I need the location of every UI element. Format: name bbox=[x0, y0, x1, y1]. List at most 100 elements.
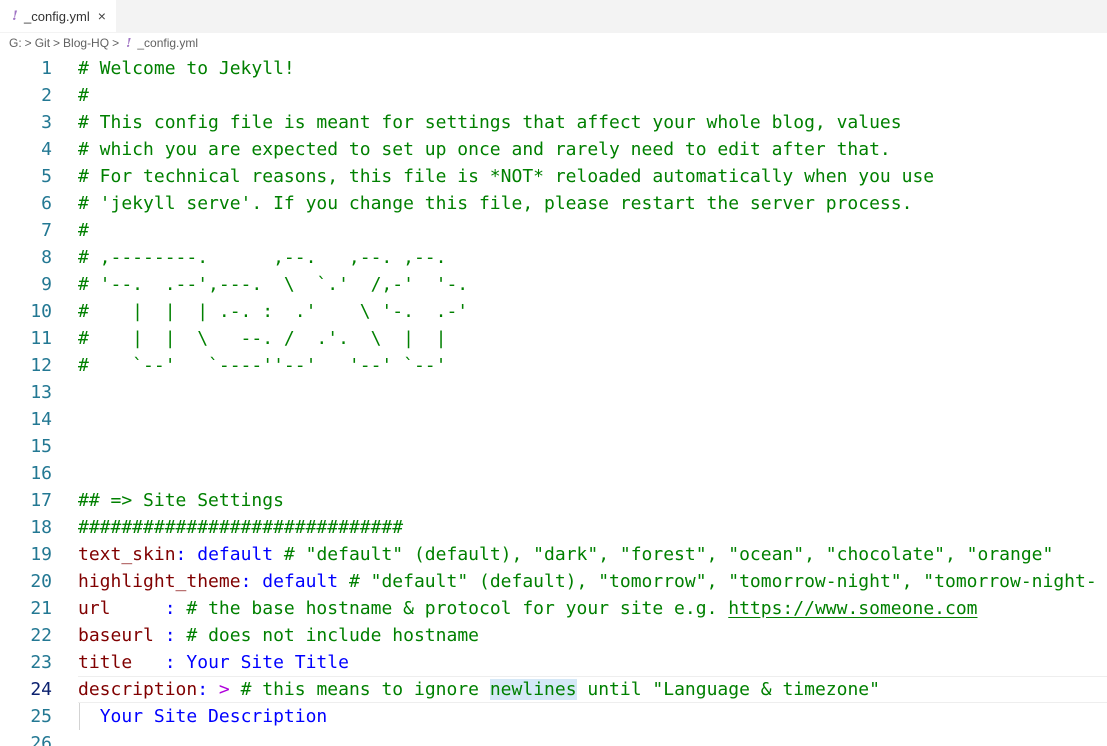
line-content[interactable]: description: > # this means to ignore ne… bbox=[78, 676, 1107, 703]
code-line[interactable]: 14 bbox=[0, 406, 1107, 433]
yaml-file-icon: ! bbox=[12, 8, 18, 24]
code-comment: # `--' `----''--' '--' `--' bbox=[78, 355, 447, 376]
code-line[interactable]: 3 # This config file is meant for setting… bbox=[0, 109, 1107, 136]
code-line[interactable]: 21 url : # the base hostname & protocol f… bbox=[0, 595, 1107, 622]
line-number: 9 bbox=[41, 274, 52, 295]
line-content[interactable]: url : # the base hostname & protocol for… bbox=[78, 595, 1107, 622]
folded-indicator: > bbox=[218, 679, 230, 700]
breadcrumb: G: > Git > Blog-HQ > ! _config.yml bbox=[9, 33, 198, 53]
code-line[interactable]: 4 # which you are expected to set up once… bbox=[0, 136, 1107, 163]
code-line[interactable]: 9 # '--. .--',---. \ `.' /,-' '-. bbox=[0, 271, 1107, 298]
breadcrumb-item-blog-hq[interactable]: Blog-HQ bbox=[63, 36, 109, 50]
code-line[interactable]: 20 highlight_theme: default # "default" (… bbox=[0, 568, 1107, 595]
line-content[interactable]: ############################## bbox=[78, 514, 1107, 541]
code-comment: # '--. .--',---. \ `.' /,-' '-. bbox=[78, 274, 469, 295]
line-content[interactable]: Your Site Description bbox=[78, 703, 1107, 730]
code-editor[interactable]: 1 # Welcome to Jekyll! 2 #3 # This config fi… bbox=[0, 54, 1107, 746]
tab-config-yml[interactable]: ! _config.yml × bbox=[0, 0, 117, 32]
line-number: 17 bbox=[30, 490, 52, 511]
code-line[interactable]: 7 # bbox=[0, 217, 1107, 244]
line-content[interactable]: # `--' `----''--' '--' `--' bbox=[78, 352, 1107, 379]
code-comment: ############################## bbox=[78, 517, 404, 538]
code-line[interactable]: 2 # bbox=[0, 82, 1107, 109]
chevron-right-icon: > bbox=[24, 36, 32, 50]
line-content[interactable]: # Welcome to Jekyll! bbox=[78, 55, 1107, 82]
yaml-colon: : bbox=[164, 652, 187, 673]
breadcrumb-item-drive[interactable]: G: bbox=[9, 36, 22, 50]
code-comment: # the base hostname & protocol for your … bbox=[186, 598, 729, 619]
code-comment: # Welcome to Jekyll! bbox=[78, 58, 295, 79]
line-content[interactable]: # | | \ --. / .'. \ | | bbox=[78, 325, 1107, 352]
code-line[interactable]: 23 title : Your Site Title bbox=[0, 649, 1107, 676]
line-number: 14 bbox=[30, 409, 52, 430]
chevron-right-icon: > bbox=[53, 36, 61, 50]
url-link[interactable]: https://www.someone.com bbox=[728, 598, 977, 619]
line-content[interactable]: # bbox=[78, 82, 1107, 109]
line-number: 5 bbox=[41, 166, 52, 187]
line-number: 8 bbox=[41, 247, 52, 268]
code-comment: # this means to ignore bbox=[229, 679, 490, 700]
yaml-key: title bbox=[78, 652, 133, 673]
line-content[interactable]: # '--. .--',---. \ `.' /,-' '-. bbox=[78, 271, 1107, 298]
code-line[interactable]: 19 text_skin: default # "default" (defaul… bbox=[0, 541, 1107, 568]
yaml-colon: : bbox=[175, 544, 198, 565]
line-number: 6 bbox=[41, 193, 52, 214]
code-line[interactable]: 22 baseurl : # does not include hostname bbox=[0, 622, 1107, 649]
line-content[interactable]: ## => Site Settings bbox=[78, 487, 1107, 514]
code-line[interactable]: 13 bbox=[0, 379, 1107, 406]
code-line[interactable]: 5 # For technical reasons, this file is *… bbox=[0, 163, 1107, 190]
code-line[interactable]: 6 # 'jekyll serve'. If you change this fi… bbox=[0, 190, 1107, 217]
code-line[interactable]: 24 description: > # this means to ignore … bbox=[0, 676, 1107, 703]
line-content[interactable]: # For technical reasons, this file is *N… bbox=[78, 163, 1107, 190]
yaml-key: highlight_theme bbox=[78, 571, 241, 592]
code-comment: # For technical reasons, this file is *N… bbox=[78, 166, 935, 187]
yaml-key: description bbox=[78, 679, 198, 700]
line-number: 20 bbox=[30, 571, 52, 592]
code-line[interactable]: 10 # | | | .-. : .' \ '-. .-' bbox=[0, 298, 1107, 325]
code-line[interactable]: 12 # `--' `----''--' '--' `--' bbox=[0, 352, 1107, 379]
line-content[interactable]: # which you are expected to set up once … bbox=[78, 136, 1107, 163]
yaml-colon: : bbox=[197, 679, 219, 700]
line-number: 2 bbox=[41, 85, 52, 106]
breadcrumb-item-file[interactable]: _config.yml bbox=[137, 36, 198, 50]
code-line[interactable]: 11 # | | \ --. / .'. \ | | bbox=[0, 325, 1107, 352]
line-number: 12 bbox=[30, 355, 52, 376]
line-number: 22 bbox=[30, 625, 52, 646]
code-comment: # ,--------. ,--. ,--. ,--. bbox=[78, 247, 447, 268]
line-number: 10 bbox=[30, 301, 52, 322]
yaml-value: Your Site Description bbox=[99, 706, 328, 727]
code-line[interactable]: 15 bbox=[0, 433, 1107, 460]
line-content[interactable]: baseurl : # does not include hostname bbox=[78, 622, 1107, 649]
line-number: 13 bbox=[30, 382, 52, 403]
tab-label: _config.yml bbox=[24, 8, 90, 24]
yaml-key: url bbox=[78, 598, 111, 619]
code-line[interactable]: 16 bbox=[0, 460, 1107, 487]
yaml-key: text_skin bbox=[78, 544, 176, 565]
code-comment: # | | \ --. / .'. \ | | bbox=[78, 328, 447, 349]
line-content[interactable]: # This config file is meant for settings… bbox=[78, 109, 1107, 136]
code-line[interactable]: 18 ############################## bbox=[0, 514, 1107, 541]
close-icon[interactable]: × bbox=[98, 9, 106, 23]
yaml-colon: : bbox=[164, 625, 187, 646]
line-content[interactable]: # | | | .-. : .' \ '-. .-' bbox=[78, 298, 1107, 325]
code-line[interactable]: 8 # ,--------. ,--. ,--. ,--. bbox=[0, 244, 1107, 271]
code-line[interactable]: 26 bbox=[0, 730, 1107, 746]
code-line[interactable]: 1 # Welcome to Jekyll! bbox=[0, 55, 1107, 82]
breadcrumb-item-git[interactable]: Git bbox=[35, 36, 50, 50]
line-number: 15 bbox=[30, 436, 52, 457]
yaml-value: Your Site Title bbox=[186, 652, 349, 673]
line-content[interactable]: # ,--------. ,--. ,--. ,--. bbox=[78, 244, 1107, 271]
code-comment: # bbox=[78, 85, 89, 106]
code-line[interactable]: 17 ## => Site Settings bbox=[0, 487, 1107, 514]
yaml-colon: : bbox=[164, 598, 187, 619]
line-content[interactable]: # 'jekyll serve'. If you change this fil… bbox=[78, 190, 1107, 217]
code-comment: # | | | .-. : .' \ '-. .-' bbox=[78, 301, 469, 322]
line-number: 18 bbox=[30, 517, 52, 538]
line-content[interactable]: # bbox=[78, 217, 1107, 244]
line-content[interactable]: text_skin: default # "default" (default)… bbox=[78, 541, 1107, 568]
line-content[interactable]: highlight_theme: default # "default" (de… bbox=[78, 568, 1107, 595]
line-content[interactable]: title : Your Site Title bbox=[78, 649, 1107, 676]
code-line[interactable]: 25 Your Site Description bbox=[0, 703, 1107, 730]
